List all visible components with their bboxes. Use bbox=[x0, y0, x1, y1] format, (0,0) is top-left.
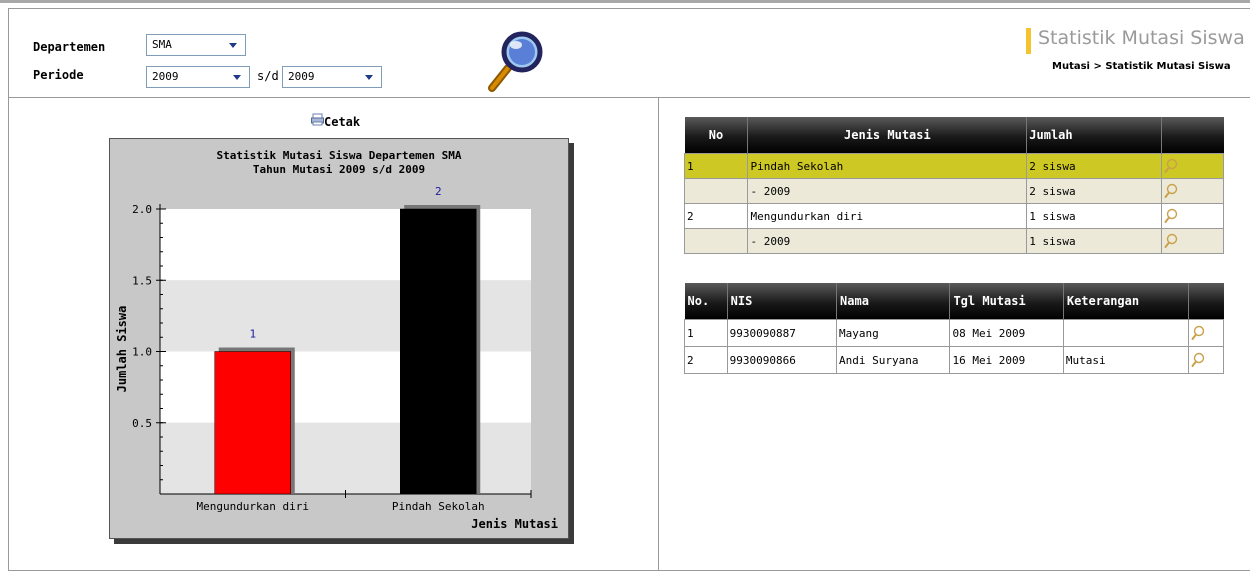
cell-tgl: 16 Mei 2009 bbox=[949, 346, 1064, 374]
chevron-down-icon bbox=[233, 75, 241, 80]
cell-no: 1 bbox=[684, 319, 728, 347]
chart-data-label: 1 bbox=[249, 328, 256, 341]
zoom-icon[interactable] bbox=[1191, 352, 1205, 367]
table-row: 1 Pindah Sekolah 2 siswa bbox=[683, 153, 1224, 179]
cell-jumlah: 1 siswa bbox=[1026, 228, 1163, 254]
col-no: No. bbox=[684, 283, 728, 320]
cell-jenis: - 2009 bbox=[747, 178, 1028, 204]
col-jumlah: Jumlah bbox=[1026, 117, 1163, 154]
chart-x-tick-label: Pindah Sekolah bbox=[392, 500, 485, 513]
statistik-chart: Statistik Mutasi Siswa Departemen SMA Ta… bbox=[109, 138, 569, 539]
chart-y-tick-label: 1.5 bbox=[132, 274, 152, 287]
cell-jenis: Pindah Sekolah bbox=[747, 153, 1028, 179]
cell-tgl: 08 Mei 2009 bbox=[949, 319, 1064, 347]
zoom-icon[interactable] bbox=[1191, 325, 1205, 340]
cell-no bbox=[683, 228, 749, 254]
chevron-down-icon bbox=[229, 43, 237, 48]
chart-canvas: Statistik Mutasi Siswa Departemen SMA Ta… bbox=[115, 149, 558, 531]
col-nis: NIS bbox=[727, 283, 838, 320]
table-row: 2 9930090866 Andi Suryana 16 Mei 2009 Mutasi bbox=[684, 346, 1224, 374]
col-action bbox=[1188, 283, 1224, 320]
cell-jenis: Mengundurkan diri bbox=[747, 203, 1028, 229]
departemen-value: SMA bbox=[152, 38, 172, 51]
col-nama: Nama bbox=[836, 283, 951, 320]
search-magnifier-icon[interactable] bbox=[486, 30, 546, 94]
chart-y-tick-label: 2.0 bbox=[132, 203, 152, 216]
cell-no: 2 bbox=[684, 346, 728, 374]
page-title: Statistik Mutasi Siswa bbox=[1038, 27, 1245, 49]
chart-y-axis-label: Jumlah Siswa bbox=[115, 306, 129, 393]
zoom-icon[interactable] bbox=[1164, 233, 1178, 248]
cell-action[interactable] bbox=[1161, 153, 1224, 179]
print-link[interactable]: Cetak bbox=[324, 115, 360, 129]
title-accent-bar bbox=[1026, 28, 1031, 54]
periode-to-select[interactable]: 2009 bbox=[282, 66, 382, 88]
col-no: No bbox=[684, 117, 749, 154]
cell-action[interactable] bbox=[1161, 203, 1224, 229]
zoom-icon[interactable] bbox=[1164, 158, 1178, 173]
periode-separator: s/d bbox=[257, 69, 279, 83]
cell-action[interactable] bbox=[1188, 319, 1224, 347]
cell-nis: 9930090866 bbox=[726, 346, 838, 374]
chart-title-line1: Statistik Mutasi Siswa Departemen SMA bbox=[216, 149, 461, 162]
table-row: 2 Mengundurkan diri 1 siswa bbox=[683, 203, 1224, 229]
siswa-detail-table: No. NIS Nama Tgl Mutasi Keterangan 1 9930… bbox=[684, 283, 1224, 374]
chart-y-tick-label: 1.0 bbox=[132, 346, 152, 359]
periode-label: Periode bbox=[33, 68, 84, 82]
cell-keterangan bbox=[1062, 319, 1190, 347]
cell-no: 2 bbox=[683, 203, 749, 229]
top-border bbox=[0, 0, 1250, 3]
breadcrumb: Mutasi > Statistik Mutasi Siswa bbox=[1052, 61, 1231, 72]
table-header-row: No. NIS Nama Tgl Mutasi Keterangan bbox=[684, 283, 1224, 320]
chart-title-line2: Tahun Mutasi 2009 s/d 2009 bbox=[253, 163, 425, 176]
cell-action[interactable] bbox=[1188, 346, 1224, 374]
table-row: 1 9930090887 Mayang 08 Mei 2009 bbox=[684, 319, 1224, 347]
print-icon[interactable] bbox=[311, 113, 324, 126]
table-header-row: No Jenis Mutasi Jumlah bbox=[684, 117, 1224, 154]
periode-from-value: 2009 bbox=[152, 70, 179, 83]
cell-no bbox=[683, 178, 749, 204]
cell-jenis: - 2009 bbox=[747, 228, 1028, 254]
chart-y-tick-label: 0.5 bbox=[132, 417, 152, 430]
mutasi-summary-table: No Jenis Mutasi Jumlah 1 Pindah Sekolah 2 … bbox=[683, 117, 1224, 254]
cell-jumlah: 2 siswa bbox=[1026, 153, 1163, 179]
departemen-label: Departemen bbox=[33, 40, 106, 54]
cell-action[interactable] bbox=[1161, 178, 1224, 204]
zoom-icon[interactable] bbox=[1164, 208, 1178, 223]
chart-bar bbox=[400, 208, 477, 495]
col-action bbox=[1161, 117, 1224, 154]
cell-no: 1 bbox=[683, 153, 749, 179]
chart-data-label: 2 bbox=[435, 185, 442, 198]
cell-jumlah: 2 siswa bbox=[1026, 178, 1163, 204]
panel-divider bbox=[658, 98, 659, 571]
chart-x-tick-label: Mengundurkan diri bbox=[196, 500, 309, 513]
col-keterangan: Keterangan bbox=[1063, 283, 1190, 320]
periode-from-select[interactable]: 2009 bbox=[146, 66, 250, 88]
cell-jumlah: 1 siswa bbox=[1026, 203, 1163, 229]
chevron-down-icon bbox=[365, 75, 373, 80]
table-row: - 2009 1 siswa bbox=[683, 228, 1224, 254]
chart-bar bbox=[214, 351, 291, 495]
table-row: - 2009 2 siswa bbox=[683, 178, 1224, 204]
periode-to-value: 2009 bbox=[288, 70, 315, 83]
header-divider bbox=[8, 97, 1250, 98]
zoom-icon[interactable] bbox=[1164, 183, 1178, 198]
cell-nis: 9930090887 bbox=[726, 319, 838, 347]
cell-action[interactable] bbox=[1161, 228, 1224, 254]
col-tgl-mutasi: Tgl Mutasi bbox=[949, 283, 1064, 320]
cell-nama: Andi Suryana bbox=[836, 346, 951, 374]
col-jenis-mutasi: Jenis Mutasi bbox=[747, 117, 1028, 154]
cell-nama: Mayang bbox=[836, 319, 951, 347]
departemen-select[interactable]: SMA bbox=[146, 34, 246, 56]
cell-keterangan: Mutasi bbox=[1062, 346, 1190, 374]
chart-x-axis-label: Jenis Mutasi bbox=[471, 517, 558, 531]
